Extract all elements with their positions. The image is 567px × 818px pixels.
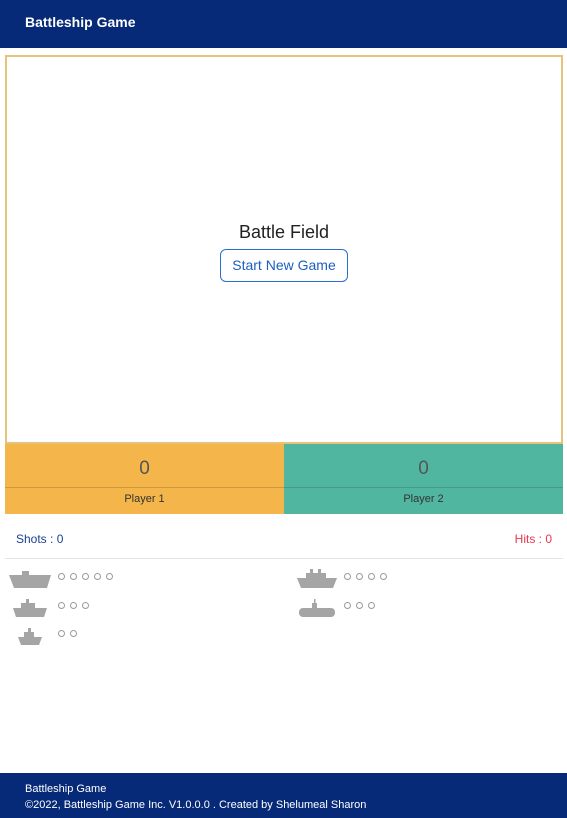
- stats-bar: Shots : 0 Hits : 0: [5, 530, 563, 550]
- hole-marker: [344, 602, 351, 609]
- player-1-name: Player 1: [124, 493, 165, 505]
- hole-marker: [380, 573, 387, 580]
- footer-copyright: ©2022, Battleship Game Inc. V1.0.0.0 . C…: [25, 799, 367, 811]
- hole-marker: [368, 602, 375, 609]
- fleet-row-carrier: [8, 569, 138, 589]
- player-1-card: 0 Player 1: [5, 444, 284, 514]
- fleet-row-battleship: [296, 569, 426, 589]
- shots-counter: Shots : 0: [16, 532, 64, 546]
- carrier-icon: [9, 571, 51, 588]
- player-2-divider: [284, 487, 563, 488]
- hole-marker: [356, 573, 363, 580]
- stats-divider: [5, 558, 563, 559]
- hole-marker: [70, 573, 77, 580]
- carrier-holes: [58, 573, 113, 580]
- hits-counter: Hits : 0: [514, 532, 552, 546]
- hole-marker: [368, 573, 375, 580]
- fleet-row-submarine: [298, 598, 428, 618]
- player-1-divider: [5, 487, 284, 488]
- fleet-row-destroyer: [17, 626, 137, 646]
- hole-marker: [94, 573, 101, 580]
- hole-marker: [106, 573, 113, 580]
- player-2-card: 0 Player 2: [284, 444, 563, 514]
- hole-marker: [58, 573, 65, 580]
- cruiser-holes: [58, 602, 89, 609]
- battlefield-panel: Battle Field Start New Game: [5, 55, 563, 444]
- players-scoreboard: 0 Player 1 0 Player 2: [5, 444, 563, 514]
- battlefield-title: Battle Field: [238, 221, 330, 242]
- app-title[interactable]: Battleship Game: [25, 14, 135, 30]
- submarine-holes: [344, 602, 375, 609]
- player-2-score: 0: [418, 458, 429, 479]
- hole-marker: [356, 602, 363, 609]
- hole-marker: [70, 602, 77, 609]
- app-root: Battleship Game Battle Field Start New G…: [0, 0, 567, 818]
- hole-marker: [58, 602, 65, 609]
- battleship-icon: [297, 569, 337, 588]
- footer-brand: Battleship Game: [25, 783, 107, 795]
- top-navbar: Battleship Game: [0, 0, 567, 48]
- battleship-holes: [344, 573, 387, 580]
- fleet-row-cruiser: [12, 598, 142, 618]
- hole-marker: [58, 630, 65, 637]
- cruiser-icon: [13, 599, 47, 617]
- submarine-icon: [299, 599, 335, 617]
- destroyer-holes: [58, 630, 77, 637]
- hole-marker: [82, 602, 89, 609]
- hole-marker: [70, 630, 77, 637]
- hole-marker: [344, 573, 351, 580]
- player-1-score: 0: [139, 458, 150, 479]
- player-2-name: Player 2: [403, 493, 444, 505]
- destroyer-icon: [18, 628, 42, 645]
- hole-marker: [82, 573, 89, 580]
- footer: Battleship Game ©2022, Battleship Game I…: [0, 773, 567, 818]
- start-new-game-button[interactable]: Start New Game: [220, 248, 348, 282]
